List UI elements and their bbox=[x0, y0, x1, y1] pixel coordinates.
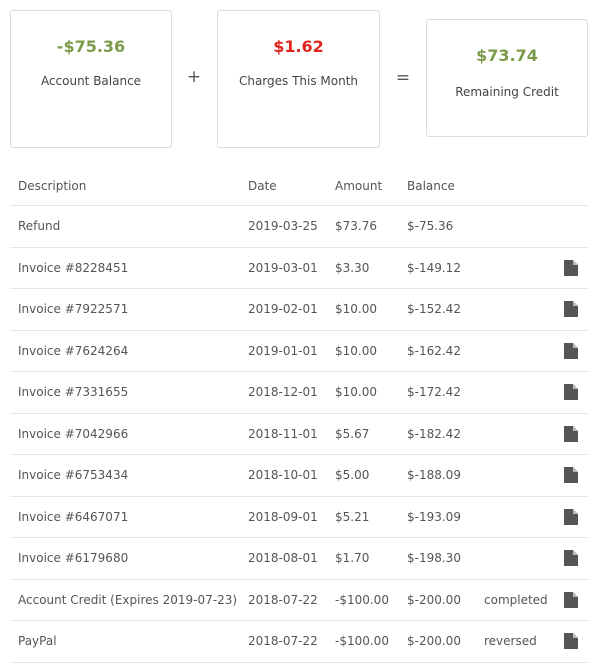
charges-amount: $1.62 bbox=[273, 37, 324, 56]
row-status: completed bbox=[484, 592, 548, 607]
equals-operator: = bbox=[395, 68, 411, 88]
header-balance: Balance bbox=[407, 178, 455, 193]
header-amount: Amount bbox=[335, 178, 383, 193]
table-row: Invoice #7922571 2019-02-01 $10.00 $-152.42 bbox=[10, 289, 588, 331]
row-description: Invoice #6179680 bbox=[18, 551, 129, 566]
row-description: Refund bbox=[18, 219, 61, 234]
table-row: Invoice #7331655 2018-12-01 $10.00 $-172.42 bbox=[10, 372, 588, 414]
row-amount: -$100.00 bbox=[335, 634, 389, 649]
document-icon[interactable] bbox=[564, 591, 578, 608]
document-icon[interactable] bbox=[564, 550, 578, 567]
row-date: 2018-11-01 bbox=[248, 426, 318, 441]
account-balance-amount: -$75.36 bbox=[56, 37, 126, 56]
row-balance: $-200.00 bbox=[407, 592, 461, 607]
document-icon[interactable] bbox=[564, 384, 578, 401]
table-row: Invoice #6179680 2018-08-01 $1.70 $-198.30 bbox=[10, 538, 588, 580]
document-icon[interactable] bbox=[564, 508, 578, 525]
row-description: Account Credit (Expires 2019-07-23) bbox=[18, 592, 238, 607]
row-balance: $-149.12 bbox=[407, 260, 461, 275]
table-header-row: Description Date Amount Balance bbox=[10, 166, 588, 206]
row-description: Invoice #7042966 bbox=[18, 426, 129, 441]
remaining-credit-card: $73.74 Remaining Credit bbox=[426, 19, 588, 137]
table-row: Invoice #8228451 2019-03-01 $3.30 $-149.12 bbox=[10, 248, 588, 289]
row-amount: $1.70 bbox=[335, 551, 370, 566]
table-body: Refund 2019-03-25 $73.76 $-75.36 Invoice #82… bbox=[10, 206, 588, 663]
row-balance: $-152.42 bbox=[407, 302, 461, 317]
table-row: PayPal 2018-07-22 -$100.00 $-200.00 reversed bbox=[10, 621, 588, 663]
row-amount: $3.30 bbox=[335, 260, 370, 275]
row-description: Invoice #6467071 bbox=[18, 509, 129, 524]
row-balance: $-75.36 bbox=[407, 219, 454, 234]
row-description: Invoice #8228451 bbox=[18, 260, 129, 275]
row-date: 2019-03-25 bbox=[248, 219, 318, 234]
row-date: 2018-08-01 bbox=[248, 551, 318, 566]
row-date: 2018-12-01 bbox=[248, 385, 318, 400]
table-row: Invoice #6753434 2018-10-01 $5.00 $-188.09 bbox=[10, 455, 588, 497]
document-icon[interactable] bbox=[564, 259, 578, 276]
row-description: Invoice #6753434 bbox=[18, 468, 129, 483]
table-row: Invoice #7624264 2019-01-01 $10.00 $-162.42 bbox=[10, 331, 588, 372]
account-balance-card: -$75.36 Account Balance bbox=[10, 10, 172, 148]
row-date: 2018-07-22 bbox=[248, 592, 318, 607]
row-balance: $-188.09 bbox=[407, 468, 461, 483]
row-balance: $-193.09 bbox=[407, 509, 461, 524]
row-balance: $-200.00 bbox=[407, 634, 461, 649]
table-row: Account Credit (Expires 2019-07-23) 2018-… bbox=[10, 580, 588, 621]
row-description: Invoice #7624264 bbox=[18, 343, 129, 358]
document-icon[interactable] bbox=[564, 467, 578, 484]
charges-card: $1.62 Charges This Month bbox=[217, 10, 380, 148]
row-date: 2019-02-01 bbox=[248, 302, 318, 317]
row-description: Invoice #7331655 bbox=[18, 385, 129, 400]
row-balance: $-182.42 bbox=[407, 426, 461, 441]
row-balance: $-172.42 bbox=[407, 385, 461, 400]
row-amount: $73.76 bbox=[335, 219, 377, 234]
account-balance-label: Account Balance bbox=[40, 74, 142, 88]
row-date: 2018-07-22 bbox=[248, 634, 318, 649]
document-icon[interactable] bbox=[564, 342, 578, 359]
row-date: 2018-09-01 bbox=[248, 509, 318, 524]
document-icon[interactable] bbox=[564, 301, 578, 318]
row-description: PayPal bbox=[18, 634, 57, 649]
row-status: reversed bbox=[484, 634, 537, 649]
document-icon[interactable] bbox=[564, 633, 578, 650]
row-balance: $-198.30 bbox=[407, 551, 461, 566]
row-amount: $10.00 bbox=[335, 343, 377, 358]
row-amount: $10.00 bbox=[335, 385, 377, 400]
transactions-table: Description Date Amount Balance Refund 20… bbox=[10, 166, 588, 663]
row-description: Invoice #7922571 bbox=[18, 302, 129, 317]
row-amount: -$100.00 bbox=[335, 592, 389, 607]
header-date: Date bbox=[248, 178, 277, 193]
row-amount: $5.00 bbox=[335, 468, 370, 483]
table-row: Refund 2019-03-25 $73.76 $-75.36 bbox=[10, 206, 588, 248]
table-row: Invoice #7042966 2018-11-01 $5.67 $-182.42 bbox=[10, 414, 588, 455]
remaining-credit-label: Remaining Credit bbox=[455, 85, 559, 99]
document-icon[interactable] bbox=[564, 425, 578, 442]
row-date: 2019-01-01 bbox=[248, 343, 318, 358]
row-amount: $10.00 bbox=[335, 302, 377, 317]
row-balance: $-162.42 bbox=[407, 343, 461, 358]
charges-label: Charges This Month bbox=[238, 74, 359, 88]
remaining-credit-amount: $73.74 bbox=[476, 46, 538, 65]
row-amount: $5.21 bbox=[335, 509, 370, 524]
row-amount: $5.67 bbox=[335, 426, 370, 441]
row-date: 2019-03-01 bbox=[248, 260, 318, 275]
header-description: Description bbox=[18, 178, 87, 193]
table-row: Invoice #6467071 2018-09-01 $5.21 $-193.09 bbox=[10, 497, 588, 538]
row-date: 2018-10-01 bbox=[248, 468, 318, 483]
plus-operator: + bbox=[186, 67, 202, 87]
